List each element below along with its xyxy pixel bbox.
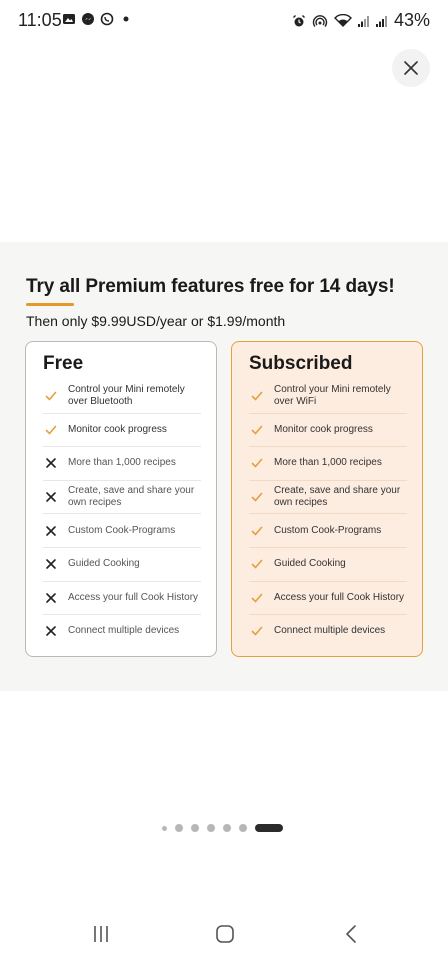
notification-icons (62, 12, 133, 26)
check-icon (251, 391, 263, 401)
navigation-bar (0, 914, 448, 954)
feature-text: Guided Cooking (68, 558, 140, 570)
cross-icon (46, 559, 56, 570)
page-indicator (162, 824, 283, 832)
check-icon (251, 559, 263, 569)
feature-row: Monitor cook progress (43, 412, 201, 447)
alarm-icon (292, 14, 305, 26)
page-dot[interactable] (175, 824, 183, 832)
feature-row: Control your Mini remotely over Bluetoot… (43, 379, 201, 413)
page-dot[interactable] (191, 824, 199, 832)
hotspot-icon (312, 14, 328, 27)
plan-title-subscribed: Subscribed (249, 353, 353, 374)
page-dot[interactable] (207, 824, 215, 832)
title-underline (26, 303, 74, 306)
dot-icon (123, 16, 129, 22)
cross-icon (46, 492, 56, 502)
feature-list-subscribed: Control your Mini remotely over WiFi Moni… (249, 379, 407, 648)
home-button[interactable] (210, 922, 240, 946)
feature-row: Control your Mini remotely over WiFi (249, 379, 407, 413)
close-button[interactable] (392, 49, 430, 87)
status-bar: 11:05 43% (0, 0, 448, 40)
battery-percent: 43% (393, 10, 430, 30)
feature-row: Guided Cooking (249, 546, 407, 581)
page-dot[interactable] (239, 824, 247, 832)
home-icon (216, 925, 234, 943)
check-icon (45, 391, 57, 401)
feature-row: Connect multiple devices (43, 614, 201, 648)
close-icon (404, 61, 418, 75)
feature-row: Guided Cooking (43, 546, 201, 581)
check-icon (251, 627, 263, 637)
recent-apps-icon (94, 926, 108, 942)
whatsapp-icon (100, 12, 114, 26)
feature-text: Create, save and share your own recipes (68, 485, 195, 509)
plan-card-subscribed[interactable]: Subscribed Control your Mini remotely ov… (231, 341, 423, 657)
feature-text: Control your Mini remotely over WiFi (274, 383, 391, 407)
back-button[interactable] (336, 922, 366, 946)
page-title: Try all Premium features free for 14 day… (26, 276, 395, 297)
check-icon (251, 459, 263, 469)
paywall-screen: 11:05 43% Try all Premium features free … (0, 0, 448, 960)
cross-icon (46, 525, 56, 536)
feature-text: Access your full Cook History (68, 591, 199, 603)
feature-row: Connect multiple devices (249, 614, 407, 648)
feature-text: Custom Cook-Programs (68, 524, 176, 536)
signal-icon (357, 15, 369, 27)
system-icons: 43% (292, 10, 430, 31)
feature-text: Monitor cook progress (274, 423, 373, 435)
feature-row: More than 1,000 recipes (43, 446, 201, 480)
gallery-icon (63, 14, 75, 24)
check-icon (251, 593, 263, 603)
feature-row: Monitor cook progress (249, 412, 407, 447)
price-subtitle: Then only $9.99USD/year or $1.99/month (26, 313, 286, 329)
feature-text: Monitor cook progress (68, 423, 167, 435)
signal-icon (375, 15, 387, 27)
cross-icon (46, 593, 56, 603)
check-icon (251, 425, 263, 435)
feature-text: Connect multiple devices (274, 625, 386, 637)
feature-row: Create, save and share your own recipes (249, 479, 407, 514)
page-dot[interactable] (162, 825, 167, 831)
feature-text: Guided Cooking (274, 558, 346, 570)
feature-list-free: Control your Mini remotely over Bluetoot… (43, 379, 201, 648)
feature-row: Access your full Cook History (249, 580, 407, 615)
recent-apps-button[interactable] (86, 922, 116, 946)
feature-text: Custom Cook-Programs (274, 524, 382, 536)
feature-text: More than 1,000 recipes (68, 457, 176, 469)
feature-row: Create, save and share your own recipes (43, 479, 201, 514)
messenger-icon (82, 13, 94, 25)
check-icon (251, 526, 263, 536)
feature-text: Create, save and share your own recipes (274, 485, 401, 509)
feature-text: Connect multiple devices (68, 625, 180, 637)
plan-card-free: Free Control your Mini remotely over Blu… (25, 341, 217, 657)
wifi-icon (333, 13, 352, 27)
check-icon (251, 492, 263, 502)
page-dot[interactable] (223, 824, 231, 832)
feature-row: Custom Cook-Programs (43, 513, 201, 547)
feature-row: More than 1,000 recipes (249, 446, 407, 480)
cross-icon (46, 626, 56, 637)
check-icon (45, 425, 57, 435)
feature-text: More than 1,000 recipes (274, 457, 382, 469)
feature-text: Access your full Cook History (274, 591, 405, 603)
status-time: 11:05 (18, 10, 62, 30)
feature-text: Control your Mini remotely over Bluetoot… (68, 383, 185, 407)
page-dot-active[interactable] (255, 824, 283, 832)
back-icon (346, 925, 356, 943)
feature-row: Access your full Cook History (43, 580, 201, 615)
cross-icon (46, 458, 56, 469)
plan-title-free: Free (43, 353, 84, 374)
feature-row: Custom Cook-Programs (249, 513, 407, 547)
